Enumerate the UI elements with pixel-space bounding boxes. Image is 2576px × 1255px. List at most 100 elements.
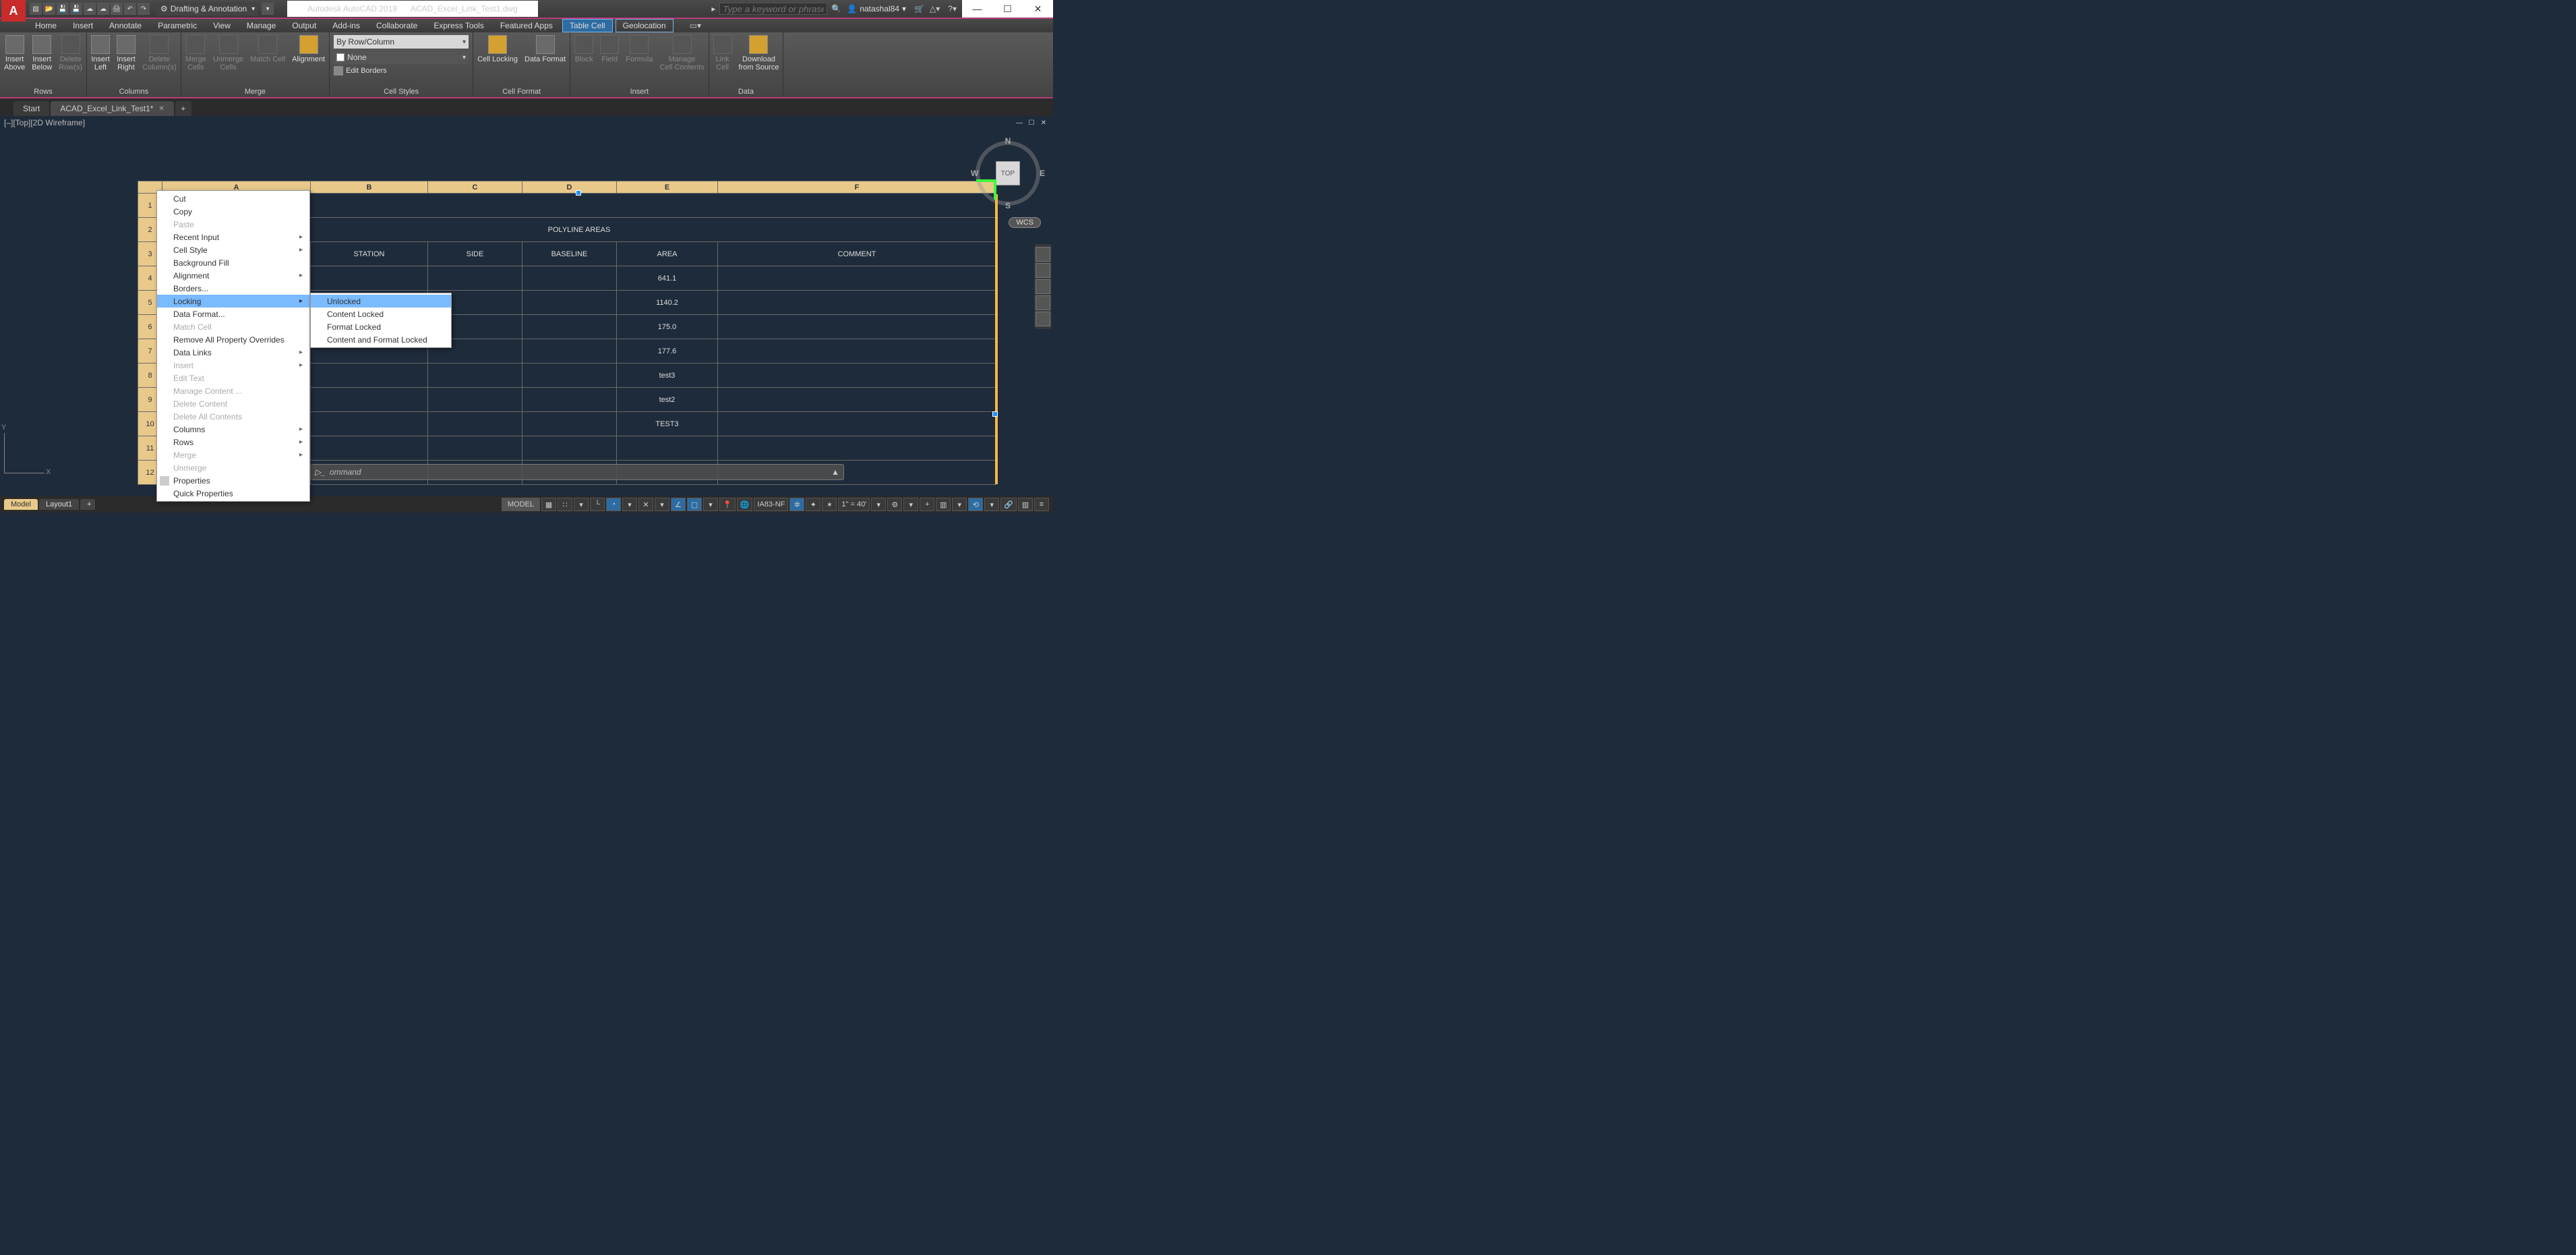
search-input[interactable] xyxy=(719,3,827,15)
ctx-item-remove-all-property-overrides[interactable]: Remove All Property Overrides xyxy=(157,333,309,346)
ctx-sub-content-and-format-locked[interactable]: Content and Format Locked xyxy=(311,333,451,346)
vp-minimize-icon[interactable]: — xyxy=(1014,118,1025,127)
table-header-cell[interactable]: BASELINE xyxy=(522,242,617,266)
table-cell[interactable] xyxy=(718,412,996,436)
ctx-item-columns[interactable]: Columns▸ xyxy=(157,423,309,436)
help-icon[interactable]: ?▾ xyxy=(948,4,957,13)
layout-tab-add[interactable]: + xyxy=(80,499,95,510)
qat-openweb-icon[interactable]: ☁ xyxy=(84,3,96,15)
sb-coord-label[interactable]: IA83-NF xyxy=(754,498,788,511)
table-cell[interactable] xyxy=(617,436,718,461)
workspace-dropdown[interactable]: ⚙ Drafting & Annotation xyxy=(156,2,258,16)
qat-saveweb-icon[interactable]: ☁ xyxy=(97,3,109,15)
vp-maximize-icon[interactable]: ☐ xyxy=(1026,118,1037,127)
user-dropdown-icon[interactable]: ▾ xyxy=(902,4,906,13)
sb-isodraft-icon[interactable]: ✕ xyxy=(638,498,653,511)
sb-link-icon[interactable]: 🔗 xyxy=(1000,498,1017,511)
sb-grid-icon[interactable]: ▦ xyxy=(541,498,556,511)
table-cell[interactable] xyxy=(718,436,996,461)
ctx-item-cell-style[interactable]: Cell Style▸ xyxy=(157,243,309,256)
ctx-item-copy[interactable]: Copy xyxy=(157,205,309,218)
insert-above-button[interactable]: Insert Above xyxy=(4,35,25,71)
table-cell[interactable] xyxy=(428,412,522,436)
ctx-item-data-format-[interactable]: Data Format... xyxy=(157,308,309,320)
table-cell[interactable] xyxy=(522,315,617,339)
table-cell[interactable] xyxy=(522,266,617,291)
maximize-button[interactable]: ☐ xyxy=(992,0,1023,18)
command-expand-icon[interactable]: ▲ xyxy=(831,467,839,477)
edit-borders-button[interactable]: Edit Borders xyxy=(334,66,469,76)
tab-home[interactable]: Home xyxy=(28,20,63,32)
table-cell[interactable] xyxy=(311,412,428,436)
command-line[interactable]: ▷_ ommand ▲ xyxy=(310,464,844,480)
cell-locking-button[interactable]: Cell Locking xyxy=(477,35,518,63)
table-cell[interactable]: test2 xyxy=(617,388,718,412)
sb-ortho-icon[interactable]: └ xyxy=(590,498,605,511)
insert-right-button[interactable]: Insert Right xyxy=(117,35,136,71)
col-header-e[interactable]: E xyxy=(617,181,718,194)
search-icon[interactable]: 🔍 xyxy=(831,4,841,13)
table-cell[interactable] xyxy=(428,436,522,461)
app-menu-button[interactable]: A xyxy=(1,0,26,22)
qat-save-icon[interactable]: 💾 xyxy=(57,3,69,15)
table-cell[interactable]: 641.1 xyxy=(617,266,718,291)
sb-transparency-icon[interactable]: ✦ xyxy=(806,498,820,511)
selection-grip[interactable] xyxy=(576,190,581,196)
qat-plot-icon[interactable]: 🖨 xyxy=(111,3,123,15)
table-cell[interactable] xyxy=(718,291,996,315)
table-cell[interactable] xyxy=(522,412,617,436)
sb-dropdown-icon[interactable]: ▾ xyxy=(703,498,718,511)
sb-customize-icon[interactable]: ≡ xyxy=(1034,498,1049,511)
ctx-item-rows[interactable]: Rows▸ xyxy=(157,436,309,448)
minimize-button[interactable]: — xyxy=(962,0,992,18)
table-cell[interactable] xyxy=(428,363,522,388)
bg-fill-dropdown[interactable]: None▾ xyxy=(334,51,469,64)
insert-left-button[interactable]: Insert Left xyxy=(91,35,110,71)
table-cell[interactable] xyxy=(428,388,522,412)
app-exchange-icon[interactable]: △▾ xyxy=(930,4,940,13)
sb-dropdown-icon[interactable]: ▾ xyxy=(952,498,967,511)
ctx-item-locking[interactable]: Locking▸ xyxy=(157,295,309,308)
qat-saveas-icon[interactable]: 💾 xyxy=(70,3,82,15)
user-area[interactable]: 👤 natashal84 ▾ xyxy=(847,4,906,13)
tab-insert[interactable]: Insert xyxy=(66,20,100,32)
table-cell[interactable]: 177.6 xyxy=(617,339,718,363)
table-cell[interactable]: 175.0 xyxy=(617,315,718,339)
sb-gear-icon[interactable]: ⚙ xyxy=(887,498,902,511)
table-cell[interactable] xyxy=(522,291,617,315)
qat-redo-icon[interactable]: ↷ xyxy=(138,3,150,15)
close-button[interactable]: ✕ xyxy=(1023,0,1053,18)
tab-manage[interactable]: Manage xyxy=(240,20,282,32)
data-format-button[interactable]: Data Format xyxy=(525,35,566,63)
table-cell[interactable] xyxy=(718,388,996,412)
sb-osnap-icon[interactable]: ∠ xyxy=(671,498,686,511)
tab-output[interactable]: Output xyxy=(285,20,323,32)
tab-addins[interactable]: Add-ins xyxy=(326,20,367,32)
nav-wheel-icon[interactable] xyxy=(1036,247,1050,262)
sb-geo-icon[interactable]: 📍 xyxy=(719,498,736,511)
row-column-dropdown[interactable]: By Row/Column▾ xyxy=(334,35,469,49)
tab-view[interactable]: View xyxy=(206,20,237,32)
qat-open-icon[interactable]: 📂 xyxy=(43,3,55,15)
ctx-item-cut[interactable]: Cut xyxy=(157,192,309,205)
qat-undo-icon[interactable]: ↶ xyxy=(124,3,136,15)
table-cell[interactable] xyxy=(522,363,617,388)
col-header-f[interactable]: F xyxy=(718,181,996,194)
nav-pan-icon[interactable] xyxy=(1036,263,1050,278)
table-header-cell[interactable]: COMMENT xyxy=(718,242,996,266)
table-cell[interactable] xyxy=(718,315,996,339)
doctab-active[interactable]: ACAD_Excel_Link_Test1*✕ xyxy=(51,101,173,116)
table-cell[interactable] xyxy=(718,339,996,363)
table-cell[interactable]: 1140.2 xyxy=(617,291,718,315)
close-icon[interactable]: ✕ xyxy=(158,105,164,113)
table-cell[interactable] xyxy=(311,266,428,291)
ctx-item-alignment[interactable]: Alignment▸ xyxy=(157,269,309,282)
viewcube-e[interactable]: E xyxy=(1040,169,1045,178)
search-expand-icon[interactable]: ▸ xyxy=(711,4,715,13)
viewport-label[interactable]: [–][Top][2D Wireframe] xyxy=(4,118,85,127)
wcs-badge[interactable]: WCS xyxy=(1009,217,1041,228)
cart-icon[interactable]: 🛒 xyxy=(914,4,924,13)
insert-below-button[interactable]: Insert Below xyxy=(32,35,52,71)
tab-featured-apps[interactable]: Featured Apps xyxy=(493,20,560,32)
tab-table-cell[interactable]: Table Cell xyxy=(562,19,613,32)
